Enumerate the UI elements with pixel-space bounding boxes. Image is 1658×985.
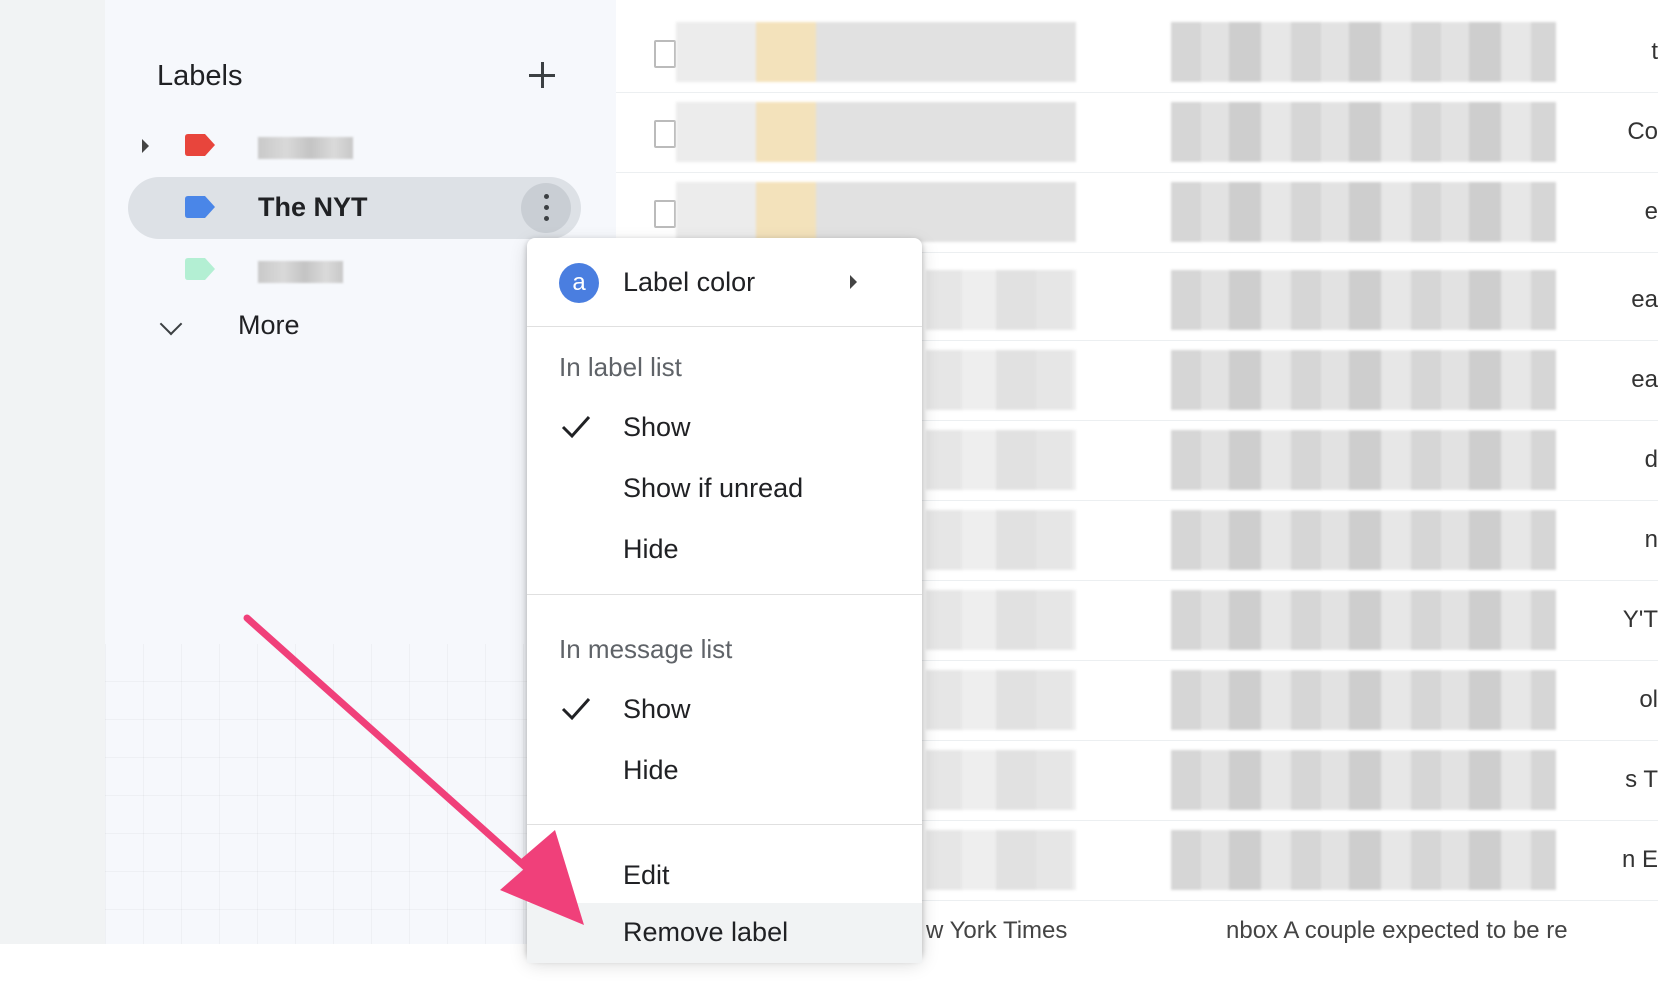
redacted-content xyxy=(926,830,1076,890)
label-tag-icon xyxy=(185,134,216,156)
menu-section-message-list: In message list xyxy=(559,634,733,664)
redacted-content xyxy=(676,22,1076,82)
menu-divider xyxy=(527,824,922,825)
menu-item-label-color[interactable]: a Label color xyxy=(527,253,922,313)
redacted-content xyxy=(1171,590,1556,650)
menu-item-label: Edit xyxy=(623,860,670,890)
chevron-down-icon xyxy=(159,312,183,336)
redacted-content xyxy=(1171,430,1556,490)
menu-divider xyxy=(527,594,922,595)
expand-caret-icon[interactable] xyxy=(142,139,149,153)
menu-item-label: Label color xyxy=(623,267,756,297)
menu-item-label: Show xyxy=(623,694,691,724)
redacted-content xyxy=(926,350,1076,410)
checkmark-icon xyxy=(561,415,591,439)
redacted-content xyxy=(926,270,1076,330)
edge-text: t xyxy=(1651,38,1658,65)
redacted-content xyxy=(1171,102,1556,162)
edge-text: s T xyxy=(1625,766,1658,793)
menu-item-label: Remove label xyxy=(623,917,789,947)
menu-item-label: Show if unread xyxy=(623,473,804,503)
table-row[interactable]: Co xyxy=(616,92,1658,173)
edge-text: n xyxy=(1644,526,1658,553)
table-row[interactable]: t xyxy=(616,12,1658,93)
redacted-content xyxy=(926,750,1076,810)
menu-section-label-list: In label list xyxy=(559,352,682,382)
redacted-content xyxy=(676,102,1076,162)
menu-item-label: Show xyxy=(623,412,691,442)
label-name-redacted xyxy=(258,261,343,283)
label-tag-icon xyxy=(185,196,216,218)
redacted-content xyxy=(926,430,1076,490)
menu-divider xyxy=(527,326,922,327)
edge-text: e xyxy=(1644,198,1658,225)
menu-item-label: Hide xyxy=(623,755,679,785)
sidebar-label-item[interactable] xyxy=(128,115,581,177)
label-color-avatar: a xyxy=(559,263,599,303)
redacted-content xyxy=(1171,270,1556,330)
redacted-content xyxy=(926,510,1076,570)
redacted-content xyxy=(1171,350,1556,410)
row-checkbox[interactable] xyxy=(654,200,676,228)
sidebar-label-item[interactable] xyxy=(128,239,581,301)
labels-heading: Labels xyxy=(157,60,243,92)
edge-text: ea xyxy=(1631,366,1658,393)
menu-item-hide-in-message-list[interactable]: Hide xyxy=(527,741,922,801)
menu-item-remove-label[interactable]: Remove label xyxy=(527,903,922,963)
menu-item-hide-in-label-list[interactable]: Hide xyxy=(527,520,922,580)
label-name-redacted xyxy=(258,137,353,159)
row-checkbox[interactable] xyxy=(654,40,676,68)
menu-item-show-if-unread[interactable]: Show if unread xyxy=(527,459,922,519)
background-pattern xyxy=(105,644,588,944)
label-options-kebab-icon[interactable] xyxy=(521,183,571,233)
edge-text: Y'T xyxy=(1622,606,1658,633)
menu-item-show-in-label-list[interactable]: Show xyxy=(527,398,922,458)
submenu-arrow-icon xyxy=(850,275,857,289)
redacted-content xyxy=(1171,750,1556,810)
checkmark-icon xyxy=(561,697,591,721)
redacted-content xyxy=(926,590,1076,650)
create-label-plus-icon[interactable] xyxy=(525,58,559,92)
redacted-content xyxy=(676,182,1076,242)
redacted-content xyxy=(1171,830,1556,890)
redacted-content xyxy=(1171,182,1556,242)
redacted-content xyxy=(1171,510,1556,570)
menu-item-show-in-message-list[interactable]: Show xyxy=(527,680,922,740)
edge-text: Co xyxy=(1627,118,1658,145)
subject-text: nbox A couple expected to be re xyxy=(1226,917,1568,944)
label-options-menu: a Label color In label list Show Show if… xyxy=(527,238,922,963)
app-rail xyxy=(0,0,105,944)
row-checkbox[interactable] xyxy=(654,120,676,148)
more-label: More xyxy=(238,310,300,340)
sender-text: w York Times xyxy=(926,917,1068,944)
edge-text: ol xyxy=(1639,686,1658,713)
redacted-content xyxy=(1171,22,1556,82)
redacted-content xyxy=(926,670,1076,730)
edge-text: n E xyxy=(1621,846,1658,873)
sidebar: Labels The NYT More xyxy=(105,0,588,944)
menu-item-edit[interactable]: Edit xyxy=(527,846,922,906)
edge-text: ea xyxy=(1631,286,1658,313)
menu-item-label: Hide xyxy=(623,534,679,564)
label-tag-icon xyxy=(185,258,216,280)
redacted-content xyxy=(1171,670,1556,730)
label-name: The NYT xyxy=(258,192,368,222)
sidebar-label-item-the-nyt[interactable]: The NYT xyxy=(128,177,581,239)
edge-text: d xyxy=(1644,446,1658,473)
